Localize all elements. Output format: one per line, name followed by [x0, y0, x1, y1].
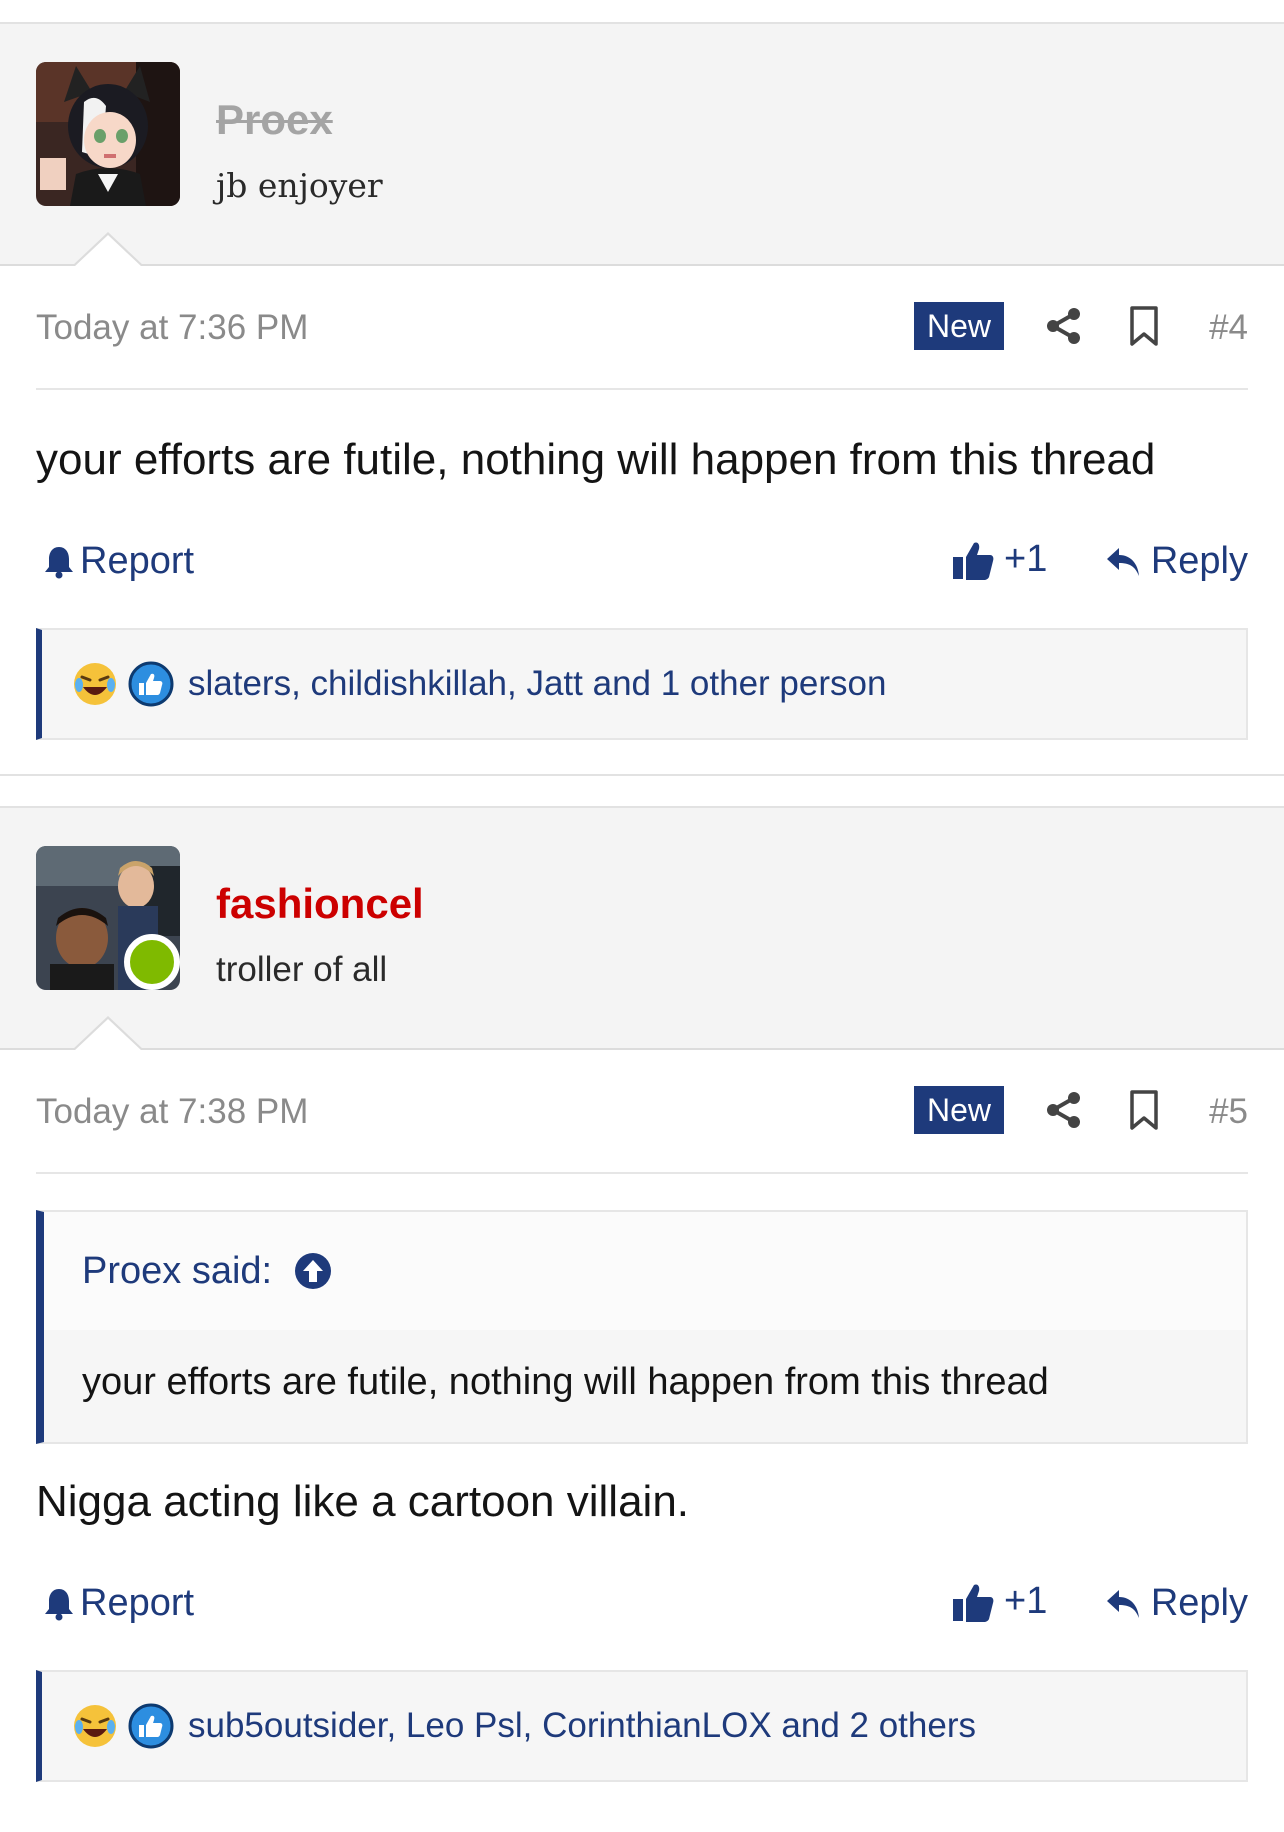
username[interactable]: Proex — [216, 94, 333, 146]
online-status-indicator — [124, 934, 180, 990]
post-message: your efforts are futile, nothing will ha… — [36, 435, 1156, 484]
post-actions: Report +1 Reply — [36, 1530, 1248, 1658]
report-label: Report — [80, 540, 195, 582]
post-gap — [0, 776, 1284, 808]
avatar[interactable] — [36, 62, 180, 206]
thumbs-up-icon — [953, 1583, 994, 1622]
post-5: fashioncel troller of all Today at 7:38 … — [0, 808, 1284, 1782]
like-reaction-icon — [128, 661, 174, 707]
post-message: Nigga acting like a cartoon villain. — [36, 1477, 690, 1526]
laughing-emoji-icon — [74, 663, 116, 705]
share-icon[interactable] — [1044, 1090, 1084, 1130]
thumbs-up-icon — [953, 541, 994, 580]
reactions-bar[interactable]: slaters, childishkillah, Jatt and 1 othe… — [36, 628, 1248, 740]
reply-label: Reply — [1150, 1582, 1248, 1624]
reactions-text[interactable]: sub5outsider, Leo Psl, CorinthianLOX and… — [188, 1706, 976, 1746]
bookmark-icon[interactable] — [1126, 1090, 1162, 1130]
post-separator — [0, 740, 1284, 776]
like-label: +1 — [1004, 538, 1048, 580]
new-badge: New — [914, 1086, 1004, 1134]
user-block: fashioncel troller of all — [0, 808, 1284, 1051]
user-title: troller of all — [216, 950, 388, 989]
quote-header[interactable]: Proex said: — [44, 1212, 1246, 1330]
post-meta: Today at 7:36 PM New #4 — [36, 266, 1248, 390]
post-meta: Today at 7:38 PM New #5 — [36, 1050, 1248, 1174]
quote-text: your efforts are futile, nothing will ha… — [44, 1330, 1246, 1442]
reactions-bar[interactable]: sub5outsider, Leo Psl, CorinthianLOX and… — [36, 1670, 1248, 1782]
quote-author[interactable]: Proex said: — [82, 1250, 272, 1293]
post-actions: Report +1 Reply — [36, 488, 1248, 616]
anime-avatar-image — [36, 62, 180, 206]
reply-arrow-icon — [1106, 1589, 1139, 1618]
arrow-up-circle-icon[interactable] — [294, 1252, 332, 1290]
reply-button[interactable]: Reply — [1105, 540, 1248, 583]
post-date[interactable]: Today at 7:38 PM — [36, 1090, 308, 1134]
user-block: Proex jb enjoyer — [0, 24, 1284, 267]
like-reaction-icon — [128, 1703, 174, 1749]
top-spacer — [0, 0, 1284, 24]
bell-icon — [45, 1588, 73, 1620]
reply-label: Reply — [1150, 540, 1248, 582]
username[interactable]: fashioncel — [216, 878, 424, 930]
reply-arrow-icon — [1106, 547, 1139, 576]
report-button[interactable]: Report — [44, 540, 194, 583]
post-date[interactable]: Today at 7:36 PM — [36, 306, 308, 350]
post-number[interactable]: #5 — [1209, 1090, 1248, 1134]
user-title: jb enjoyer — [216, 166, 383, 205]
like-button[interactable]: +1 — [952, 1580, 1047, 1623]
reply-button[interactable]: Reply — [1105, 1582, 1248, 1625]
new-badge: New — [914, 302, 1004, 350]
like-button[interactable]: +1 — [952, 538, 1047, 581]
post-4: Proex jb enjoyer Today at 7:36 PM New #4… — [0, 24, 1284, 740]
post-number[interactable]: #4 — [1209, 306, 1248, 350]
bell-icon — [45, 546, 73, 578]
bookmark-icon[interactable] — [1126, 306, 1162, 346]
quote-block: Proex said: your efforts are futile, not… — [36, 1210, 1248, 1444]
share-icon[interactable] — [1044, 306, 1084, 346]
laughing-emoji-icon — [74, 1705, 116, 1747]
report-label: Report — [80, 1582, 195, 1624]
report-button[interactable]: Report — [44, 1582, 194, 1625]
like-label: +1 — [1004, 1580, 1048, 1622]
arrow-notch — [72, 232, 144, 267]
reactions-text[interactable]: slaters, childishkillah, Jatt and 1 othe… — [188, 664, 886, 704]
arrow-notch — [72, 1016, 144, 1051]
